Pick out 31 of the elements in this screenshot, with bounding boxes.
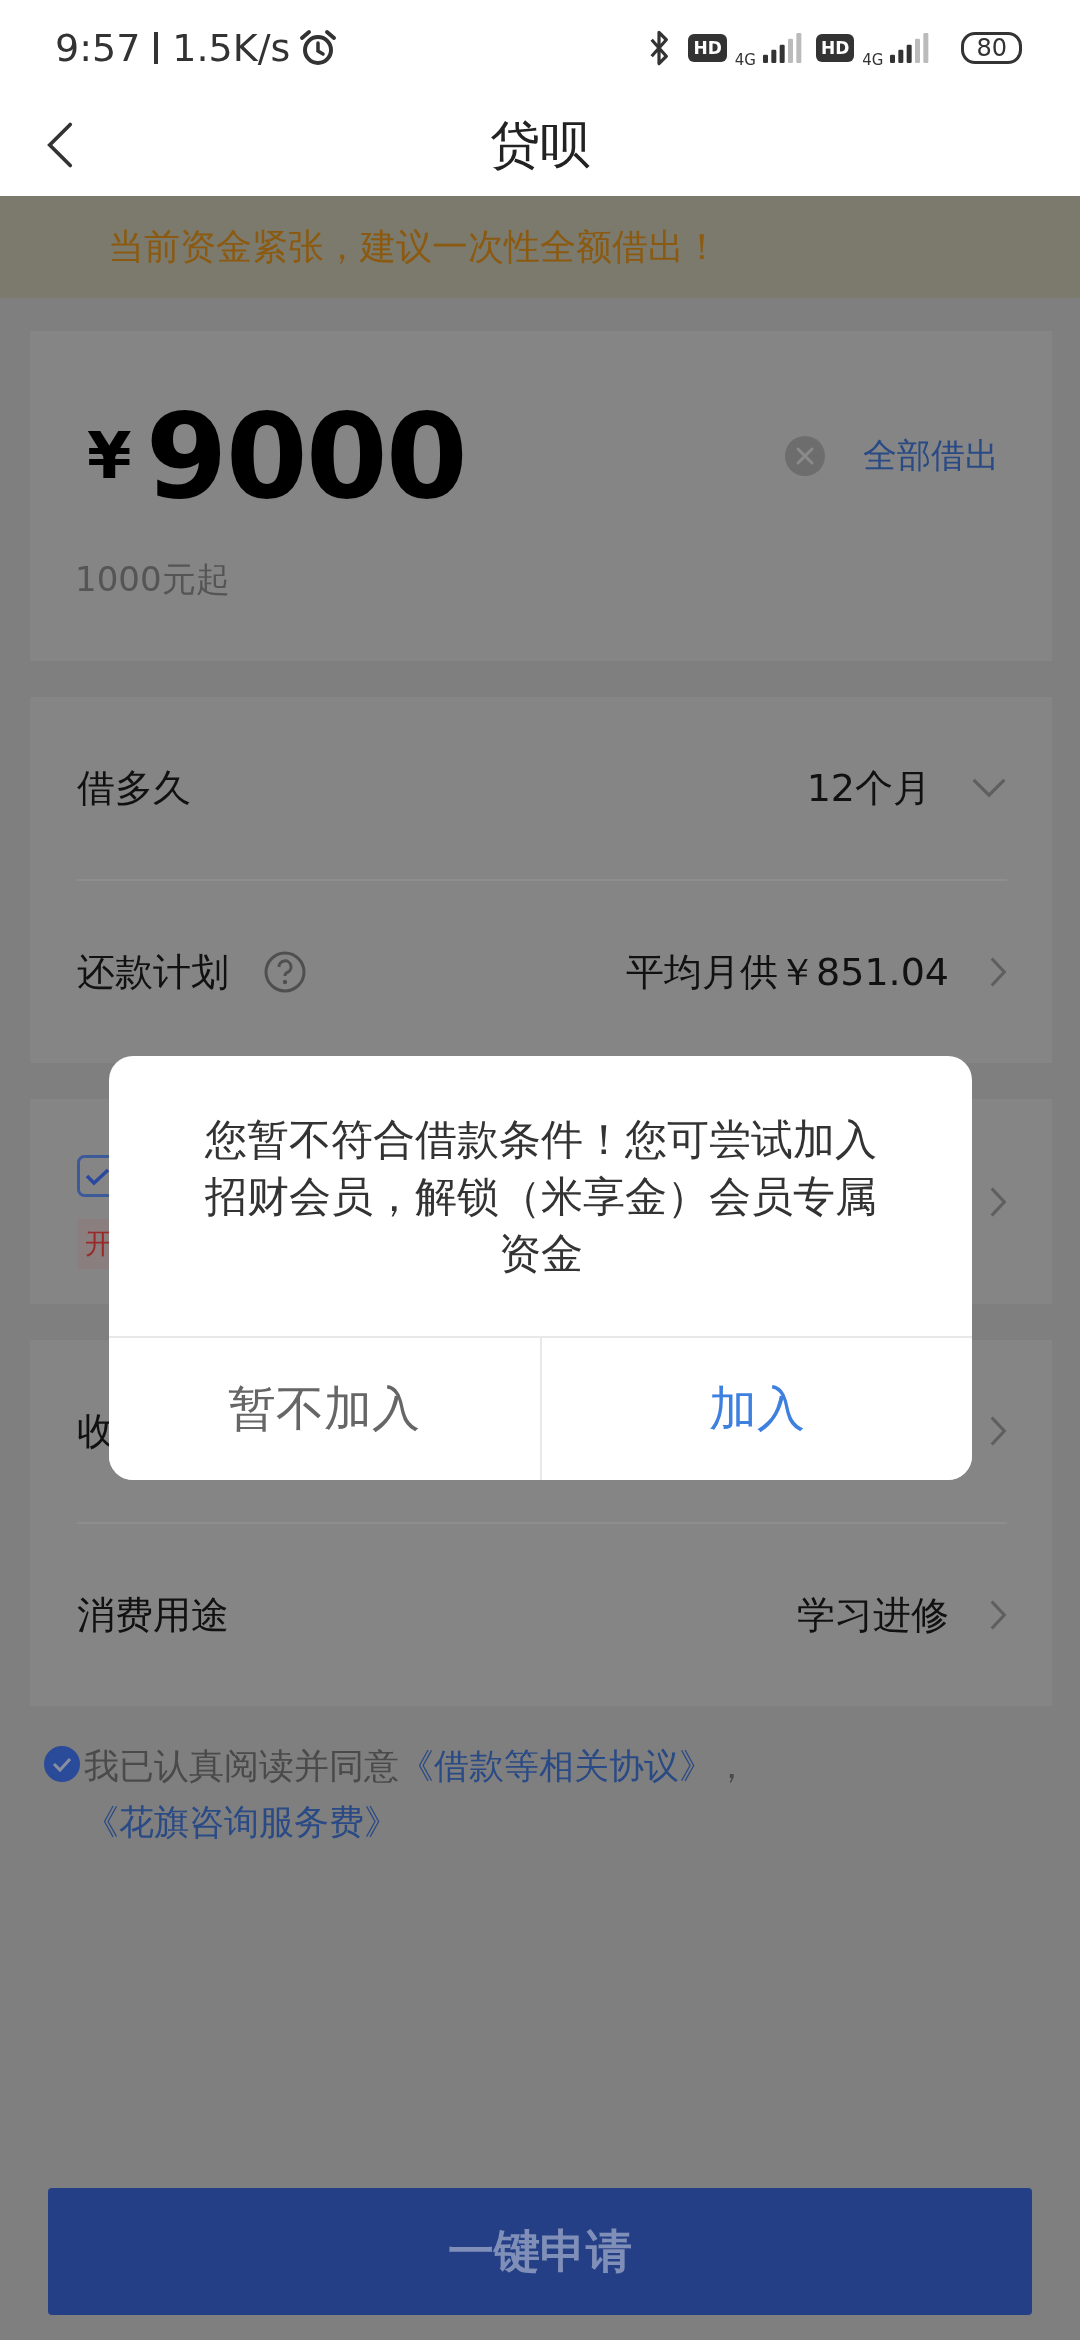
- plan-value[interactable]: 平均月供￥851.04: [626, 946, 949, 998]
- back-icon[interactable]: [46, 120, 74, 170]
- dialog-message: 您暂不符合借款条件！您可尝试加入招财会员，解锁（米享金）会员专属资金: [203, 1113, 878, 1280]
- notice-text: 当前资金紧张，建议一次性全额借出！: [108, 224, 720, 269]
- alarm-icon: [298, 27, 339, 68]
- purpose-value[interactable]: 学习进修: [797, 1589, 949, 1641]
- term-value[interactable]: 12个月: [806, 762, 931, 814]
- plan-label: 还款计划: [77, 948, 229, 996]
- page-title: 贷呗: [490, 115, 590, 176]
- network-type: 4G: [734, 50, 756, 69]
- agree-checkbox[interactable]: [44, 1746, 80, 1782]
- caret-icon[interactable]: [971, 777, 1007, 799]
- bluetooth-icon: [648, 28, 671, 67]
- join-button[interactable]: 加入: [539, 1338, 972, 1480]
- purpose-label: 消费用途: [77, 1591, 229, 1639]
- battery-indicator: 80: [961, 31, 1022, 64]
- hd-badge: HD: [688, 33, 727, 62]
- clock-time: 9:57: [55, 25, 141, 70]
- network-type: 4G: [862, 50, 884, 69]
- hd-badge: HD: [815, 33, 855, 62]
- network-speed: 1.5K/s: [172, 25, 291, 70]
- chevron-icon[interactable]: [989, 1598, 1007, 1632]
- help-icon[interactable]: [263, 950, 307, 994]
- chevron-icon[interactable]: [989, 1414, 1007, 1448]
- amount-value[interactable]: 9000: [145, 387, 466, 525]
- apply-button[interactable]: 一键申请: [48, 2188, 1032, 2315]
- separator-bar: [154, 31, 159, 64]
- term-label: 借多久: [77, 764, 191, 812]
- chevron-icon[interactable]: [989, 955, 1007, 989]
- currency-symbol: ¥: [87, 419, 132, 493]
- clear-icon[interactable]: [785, 436, 825, 476]
